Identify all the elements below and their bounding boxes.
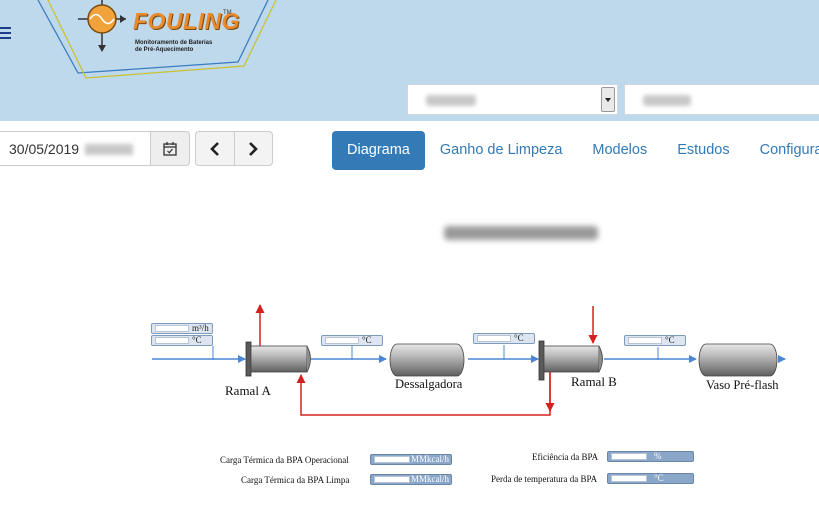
label-ramal-b: Ramal B [571, 374, 617, 389]
process-diagram [152, 304, 786, 416]
temp-field-after-a: °C [321, 335, 383, 346]
carga-limpa-field: MMkcal/h [370, 474, 452, 485]
exchanger-ramal-a [245, 341, 311, 377]
label-vaso-pre-flash: Vaso Pré-flash [706, 378, 779, 392]
label-carga-operacional: Carga Térmica da BPA Operacional [220, 455, 349, 465]
carga-operacional-field: MMkcal/h [370, 454, 452, 465]
eficiencia-field: % [607, 451, 694, 462]
label-carga-limpa: Carga Térmica da BPA Limpa [241, 475, 350, 485]
temp-field-after-b: °C [624, 335, 686, 346]
desalter-vessel [389, 343, 465, 377]
label-perda-temperatura: Perda de temperatura da BPA [491, 474, 598, 484]
label-dessalgadora: Dessalgadora [395, 377, 463, 391]
label-ramal-a: Ramal A [225, 383, 271, 398]
preflash-vessel [698, 343, 778, 377]
perda-temperatura-field: °C [607, 473, 694, 484]
inlet-temp-field: °C [151, 335, 213, 346]
inlet-flow-field: m³/h [151, 323, 213, 334]
temp-field-after-desalter: °C [473, 333, 535, 344]
label-eficiencia: Eficiência da BPA [532, 452, 599, 462]
